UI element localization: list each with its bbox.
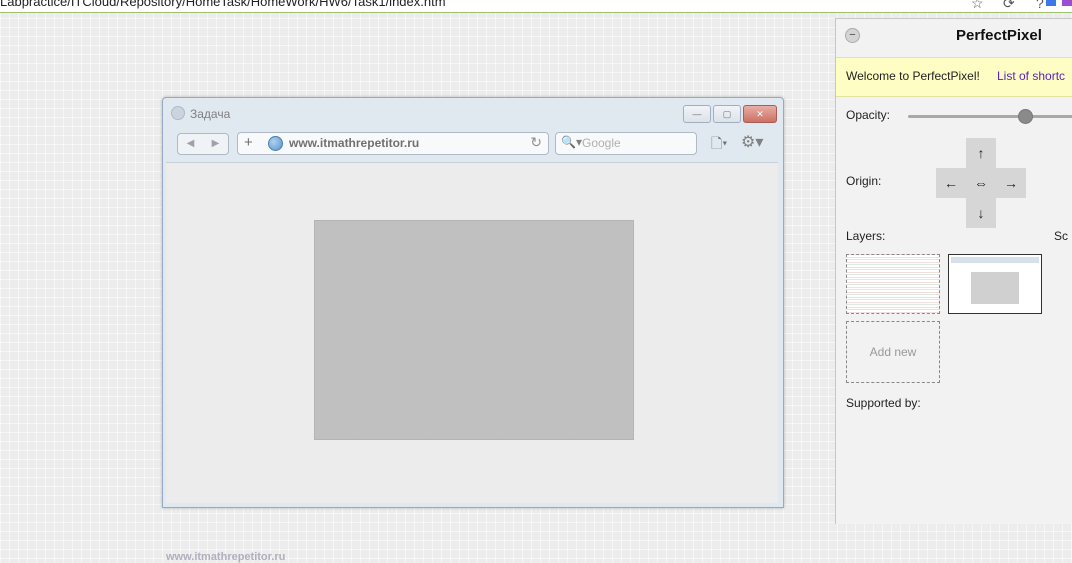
- overlay-layer-window: Задача — ▢ ✕ ◀ ▶ + www.itmathrepetitor.r…: [162, 97, 784, 563]
- nav-buttons: ◀ ▶: [177, 133, 229, 155]
- scale-label: Sc: [1054, 229, 1069, 243]
- opacity-slider-track[interactable]: [908, 115, 1072, 118]
- move-up-button[interactable]: ↑: [966, 138, 996, 168]
- move-left-button[interactable]: ←: [936, 168, 966, 198]
- help-icon[interactable]: ?: [1036, 0, 1044, 11]
- gear-icon: ⚙▾: [741, 134, 764, 151]
- thumb-toolbar: [951, 257, 1039, 263]
- mock-toolbar: ◀ ▶ + www.itmathrepetitor.ru ↻ 🔍▾ Google…: [173, 132, 769, 156]
- search-icon: 🔍▾: [561, 135, 582, 149]
- footer-text: www.itmathrepetitor.ru: [166, 551, 286, 563]
- plus-icon: +: [244, 134, 253, 151]
- thumb-content-box: [971, 272, 1019, 304]
- globe-icon: [268, 136, 283, 151]
- back-icon: ◀: [186, 138, 195, 149]
- mock-address-field: + www.itmathrepetitor.ru ↻: [237, 132, 549, 155]
- move-down-button[interactable]: ↓: [966, 198, 996, 228]
- perfectpixel-panel: − PerfectPixel Welcome to PerfectPixel! …: [835, 18, 1072, 524]
- move-right-button[interactable]: →: [996, 168, 1026, 198]
- extension-icon[interactable]: ⟳: [1003, 0, 1015, 12]
- url-text[interactable]: Labpractice/ITCloud/Repository/HomeTask/…: [0, 0, 446, 9]
- minimize-icon: —: [683, 105, 711, 123]
- page-icon: 🗋▾: [711, 135, 728, 151]
- search-placeholder: Google: [582, 136, 621, 150]
- origin-center-button[interactable]: ⇔: [966, 168, 996, 198]
- supported-by-label: Supported by:: [846, 396, 921, 410]
- layer-thumbnail-1[interactable]: [846, 254, 940, 314]
- content-placeholder-box: [314, 220, 634, 440]
- collapse-icon[interactable]: −: [845, 28, 860, 43]
- opacity-slider-thumb[interactable]: [1018, 109, 1033, 124]
- mock-search-field: 🔍▾ Google: [555, 132, 697, 155]
- opacity-label: Opacity:: [846, 108, 891, 122]
- welcome-banner: Welcome to PerfectPixel! List of shortc: [836, 57, 1072, 97]
- extension-purple-icon[interactable]: [1062, 0, 1072, 6]
- mock-page-content: www.itmathrepetitor.ru: [166, 162, 778, 563]
- maximize-icon: ▢: [713, 105, 741, 123]
- origin-label: Origin:: [846, 174, 882, 188]
- address-bar[interactable]: Labpractice/ITCloud/Repository/HomeTask/…: [0, 0, 1072, 13]
- shortcuts-link[interactable]: List of shortc: [997, 69, 1065, 83]
- close-icon: ✕: [743, 105, 777, 123]
- layers-label: Layers:: [846, 229, 886, 243]
- star-icon[interactable]: ☆: [971, 0, 984, 12]
- window-title: Задача: [171, 106, 230, 121]
- add-new-layer-button[interactable]: Add new: [846, 321, 940, 383]
- perfectpixel-extension-icon[interactable]: [1046, 0, 1056, 6]
- window-controls: — ▢ ✕: [683, 105, 777, 123]
- reload-icon: ↻: [530, 134, 542, 150]
- panel-title: PerfectPixel: [956, 27, 1042, 44]
- forward-icon: ▶: [211, 138, 220, 149]
- layer-thumbnail-2[interactable]: [948, 254, 1042, 314]
- mock-url: www.itmathrepetitor.ru: [289, 136, 420, 150]
- browser-logo-icon: [171, 106, 185, 120]
- welcome-text: Welcome to PerfectPixel!: [846, 69, 980, 83]
